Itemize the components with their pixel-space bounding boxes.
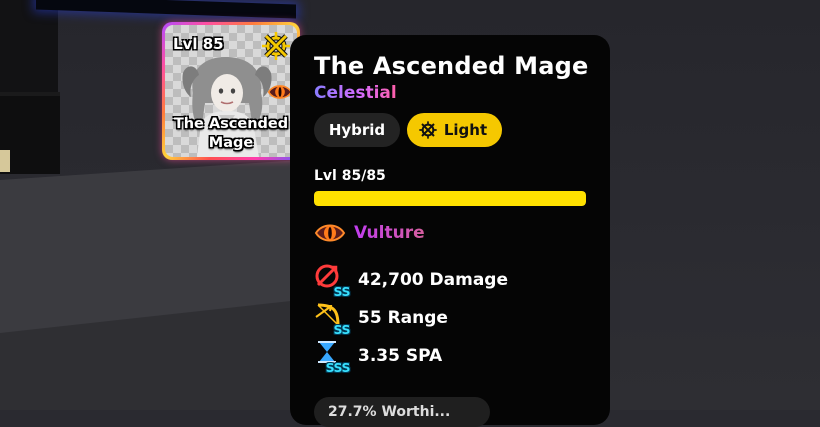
worthiness-chip[interactable]: 27.7% Worthi... [314,397,490,427]
tag-hybrid-label: Hybrid [328,121,386,139]
damage-grade: SS [333,284,351,299]
level-progress-bar [314,191,586,206]
unit-title: The Ascended Mage [314,52,589,80]
unit-rarity: Celestial [314,83,397,103]
unit-card-level: Lvl 85 [173,35,224,53]
range-value: 55 Range [358,308,448,328]
damage-icon: SS [314,263,351,299]
stat-damage: SS 42,700 Damage [314,263,508,299]
unit-info-panel: The Ascended Mage Celestial Hybrid Light… [290,35,610,427]
vulture-eye-icon [314,224,346,242]
spa-grade: SSS [325,360,351,375]
background-yellow-object [0,150,10,172]
unit-card[interactable]: Lvl 85 The Ascended Mage [162,22,300,160]
damage-value: 42,700 Damage [358,270,508,290]
trait-name: Vulture [354,223,425,243]
light-element-icon [419,121,437,139]
stat-range: SS 55 Range [314,301,448,337]
trait-row: Vulture [314,221,425,245]
unit-card-name: The Ascended Mage [173,116,289,151]
worthiness-label: 27.7% Worthi... [328,404,451,420]
level-label: Lvl 85/85 [314,168,386,184]
stat-spa: SSS 3.35 SPA [314,339,443,375]
tag-light-label: Light [443,121,488,139]
spa-value: 3.35 SPA [358,346,443,366]
light-element-icon [262,32,290,60]
spa-hourglass-icon: SSS [314,339,351,375]
level-progress-fill [314,191,586,206]
tag-hybrid: Hybrid [314,113,400,147]
tag-light: Light [407,113,502,147]
range-bow-icon: SS [314,301,351,337]
range-grade: SS [333,322,351,337]
unit-card-portrait: Lvl 85 The Ascended Mage [165,25,297,157]
